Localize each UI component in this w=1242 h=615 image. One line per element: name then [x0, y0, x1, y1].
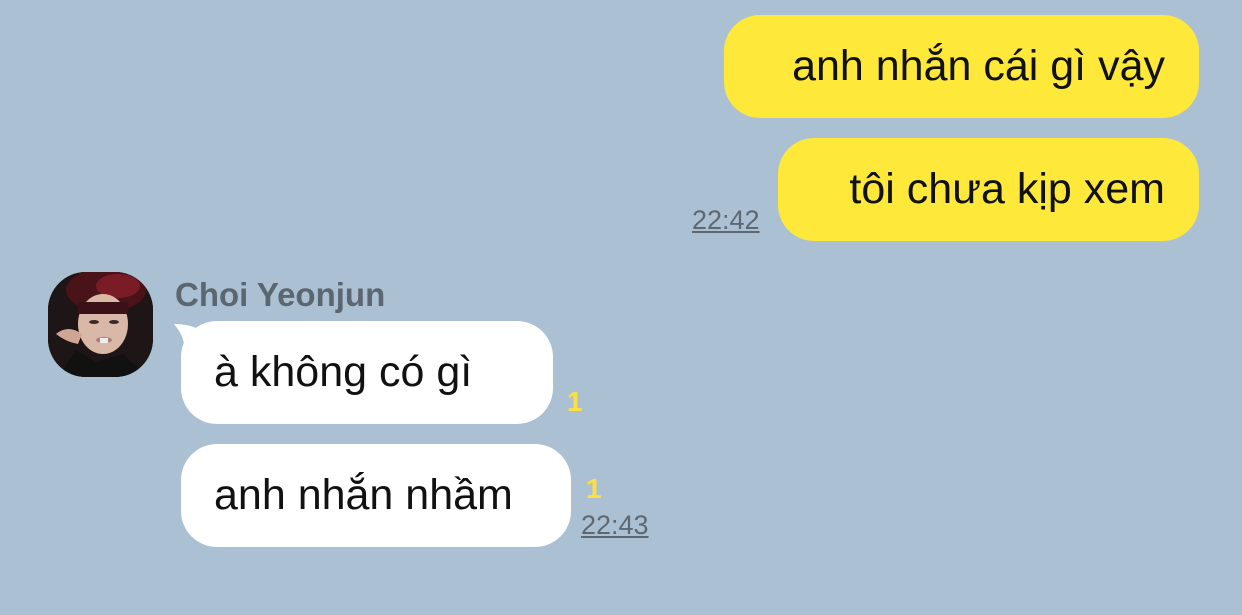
avatar-photo-icon: [48, 272, 153, 377]
message-text: anh nhắn nhầm: [214, 471, 513, 519]
message-timestamp: 22:42: [692, 205, 760, 235]
sender-avatar[interactable]: [48, 272, 153, 377]
message-timestamp: 22:43: [581, 510, 649, 540]
message-text: tôi chưa kịp xem: [849, 165, 1165, 213]
unread-count: 1: [567, 386, 583, 417]
message-text: à không có gì: [214, 348, 473, 396]
message-text: anh nhắn cái gì vậy: [792, 42, 1165, 90]
outgoing-message-bubble[interactable]: tôi chưa kịp xem: [778, 138, 1199, 241]
incoming-message-bubble[interactable]: anh nhắn nhầm: [181, 444, 571, 547]
unread-count: 1: [586, 473, 602, 504]
outgoing-message-bubble[interactable]: anh nhắn cái gì vậy: [724, 15, 1199, 118]
sender-name: Choi Yeonjun: [175, 276, 386, 313]
incoming-message-bubble[interactable]: à không có gì: [181, 321, 553, 424]
